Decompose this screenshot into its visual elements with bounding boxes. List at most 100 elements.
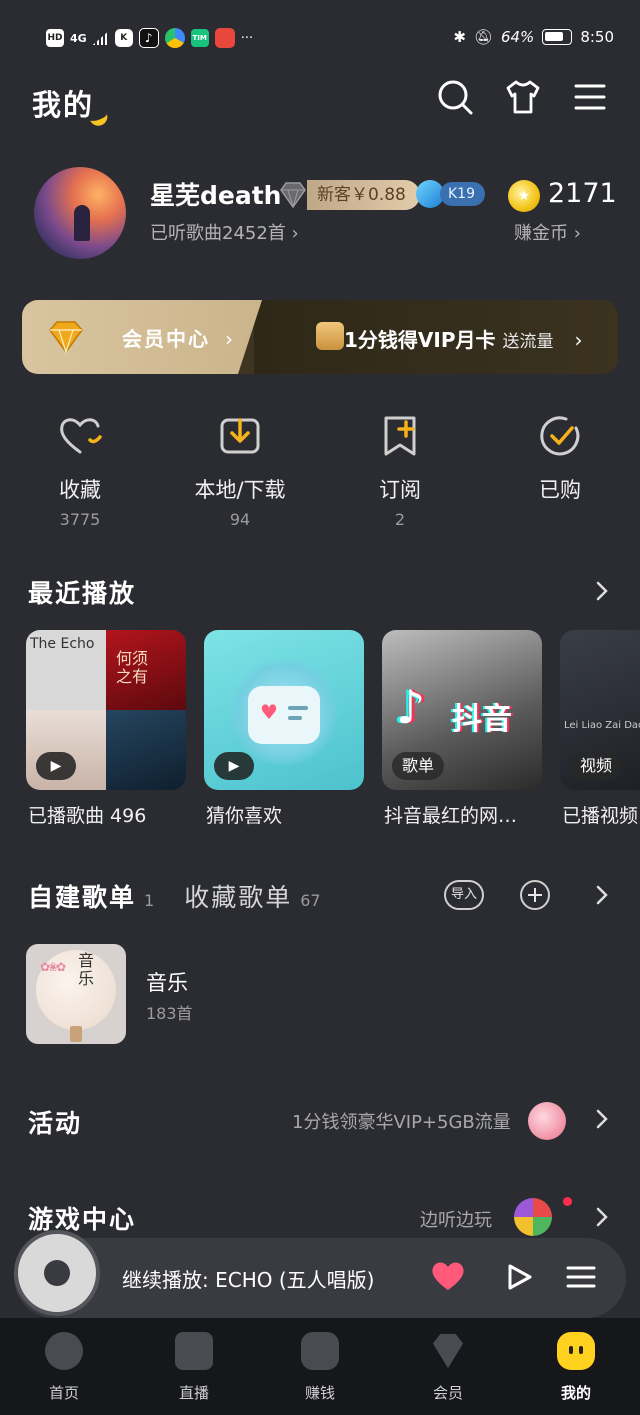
shortcut-count: 94: [229, 510, 251, 529]
menu-icon[interactable]: [572, 78, 610, 116]
game-center-chevron-icon[interactable]: [594, 1206, 610, 1228]
recent-card-guess-you-like[interactable]: ♥ ▶: [204, 630, 364, 790]
nav-live[interactable]: 直播: [154, 1332, 234, 1403]
shortcut-label: 收藏: [59, 478, 101, 502]
mute-icon: 🔕︎: [473, 28, 493, 46]
card-tag: 视频: [570, 752, 623, 780]
listened-songs[interactable]: 已听歌曲2452首 ›: [150, 219, 299, 245]
earn-coins-label: 赚金币: [514, 223, 568, 244]
red-envelope-icon: [528, 1102, 566, 1140]
more-notifications-icon: ···: [240, 30, 254, 46]
cover-douyin-text: 抖音: [452, 702, 512, 737]
tab-own-playlists[interactable]: 自建歌单: [28, 878, 136, 914]
tab-own-count: 1: [144, 891, 155, 910]
like-heart-icon[interactable]: [430, 1260, 466, 1292]
status-bar: HD 4G K ♪ TIM ··· ✱ 🔕︎ 64% 8:50: [0, 0, 640, 78]
vip-offer-main: 1分钱得VIP月卡: [344, 328, 496, 352]
fan-handle: [70, 1026, 82, 1042]
recent-more-chevron-icon[interactable]: [594, 580, 610, 602]
shortcut-local-download[interactable]: 本地/下载 94: [180, 412, 300, 532]
battery-percent: 64%: [500, 28, 535, 46]
gift-box-icon: [316, 322, 344, 350]
recent-card-played-videos[interactable]: Lei Liao Zai DaoLang 视频: [560, 630, 640, 790]
cover-ocean: [106, 710, 186, 790]
vip-diamond-icon: [49, 321, 83, 354]
import-button[interactable]: 导入: [444, 880, 484, 910]
add-playlist-icon[interactable]: [520, 880, 550, 910]
nav-label: 首页: [48, 1384, 79, 1402]
clock: 8:50: [580, 28, 614, 46]
shortcut-label: 已购: [539, 478, 581, 502]
nav-label: 赚钱: [304, 1384, 335, 1402]
search-icon[interactable]: [436, 78, 474, 116]
mini-player-cover[interactable]: [14, 1230, 100, 1316]
game-center-title: 游戏中心: [28, 1205, 137, 1234]
nav-mine[interactable]: 我的: [536, 1332, 616, 1403]
shop-app-icon: [214, 28, 235, 48]
username[interactable]: 星芜death: [150, 176, 281, 212]
kugou-app-icon: K: [114, 29, 133, 47]
playlist-title[interactable]: 音乐: [146, 967, 188, 997]
playlist-cover[interactable]: ✿❀✿ 音乐: [26, 944, 126, 1044]
download-icon: [220, 418, 260, 454]
notification-dot: [563, 1197, 572, 1206]
activity-hint[interactable]: 1分钱领豪华VIP+5GB流量: [292, 1108, 511, 1134]
nav-earn[interactable]: 赚钱: [280, 1332, 360, 1403]
vip-center-text: 会员中心: [122, 327, 210, 351]
signal-4g-icon: 4G: [70, 31, 87, 45]
recent-card-label: 猜你喜欢: [206, 805, 283, 827]
shortcut-count: 2: [394, 510, 406, 529]
heart-outline-icon: [60, 418, 102, 454]
status-bar-left: HD 4G K ♪ TIM ···: [46, 28, 253, 48]
recent-card-label: 已播歌曲 496: [28, 805, 147, 827]
game-center-hint[interactable]: 边听边玩: [420, 1206, 492, 1232]
avatar[interactable]: [34, 167, 126, 259]
nav-label: 直播: [178, 1384, 209, 1402]
disc-center: [44, 1260, 70, 1286]
recent-card-played-songs[interactable]: The Echo 何须之有 ▶: [26, 630, 186, 790]
earn-coins-link[interactable]: 赚金币 ›: [514, 219, 581, 245]
battery-icon: [542, 29, 573, 45]
shortcut-purchased[interactable]: 已购: [500, 412, 620, 532]
shortcut-favorites[interactable]: 收藏 3775: [20, 412, 140, 532]
playlist-cover-text: 音乐: [78, 951, 95, 988]
playlist-queue-icon[interactable]: [566, 1262, 596, 1292]
newcomer-badge[interactable]: 新客￥0.88: [307, 180, 420, 210]
card-tag: 歌单: [392, 752, 445, 780]
music-level-badge[interactable]: K19: [440, 182, 485, 206]
vip-offer-label[interactable]: 1分钱得VIP月卡 送流量 ›: [344, 324, 582, 353]
recent-card-label: 抖音最红的网…: [384, 805, 518, 827]
mini-player-title[interactable]: 继续播放: ECHO (五人唱版): [122, 1264, 402, 1293]
tim-app-icon: TIM: [190, 29, 209, 47]
skin-shirt-icon[interactable]: [504, 78, 542, 116]
diamond-level-icon: [280, 182, 306, 209]
coin-icon: ★: [508, 180, 540, 212]
shortcut-subscriptions[interactable]: 订阅 2: [340, 412, 460, 532]
game-blocks-icon: [514, 1198, 552, 1236]
cover-song-red-text: 何须之有: [116, 649, 149, 686]
hd-indicator: HD: [46, 29, 64, 47]
home-k-icon: [45, 1332, 83, 1370]
vip-diamond-nav-icon: [432, 1333, 464, 1369]
wallet-icon: [301, 1332, 339, 1370]
signal-bars-icon: [92, 31, 109, 45]
vip-center-label[interactable]: 会员中心 ›: [122, 323, 235, 352]
shortcut-label: 订阅: [379, 478, 421, 502]
activity-chevron-icon[interactable]: [594, 1108, 610, 1130]
cover-echo: The Echo: [26, 630, 106, 710]
chevron-right-icon: ›: [224, 327, 235, 351]
nav-home[interactable]: 首页: [24, 1332, 104, 1403]
play-icon[interactable]: ▶: [214, 752, 254, 780]
cover-echo-text: The Echo: [30, 636, 95, 652]
recent-card-douyin-playlist[interactable]: ♪ 抖音 歌单: [382, 630, 542, 790]
vip-banner: 会员中心 › 1分钱得VIP月卡 送流量 ›: [22, 300, 618, 374]
nav-vip[interactable]: 会员: [408, 1332, 488, 1403]
chevron-right-icon: ›: [574, 328, 583, 352]
playlists-more-chevron-icon[interactable]: [594, 884, 610, 906]
activity-title: 活动: [28, 1109, 83, 1138]
douyin-logo-icon: ♪: [396, 680, 426, 734]
play-icon[interactable]: ▶: [36, 752, 76, 780]
play-icon[interactable]: [504, 1262, 534, 1292]
coin-count[interactable]: 2171: [548, 178, 617, 209]
tab-fav-playlists[interactable]: 收藏歌单: [184, 878, 292, 914]
